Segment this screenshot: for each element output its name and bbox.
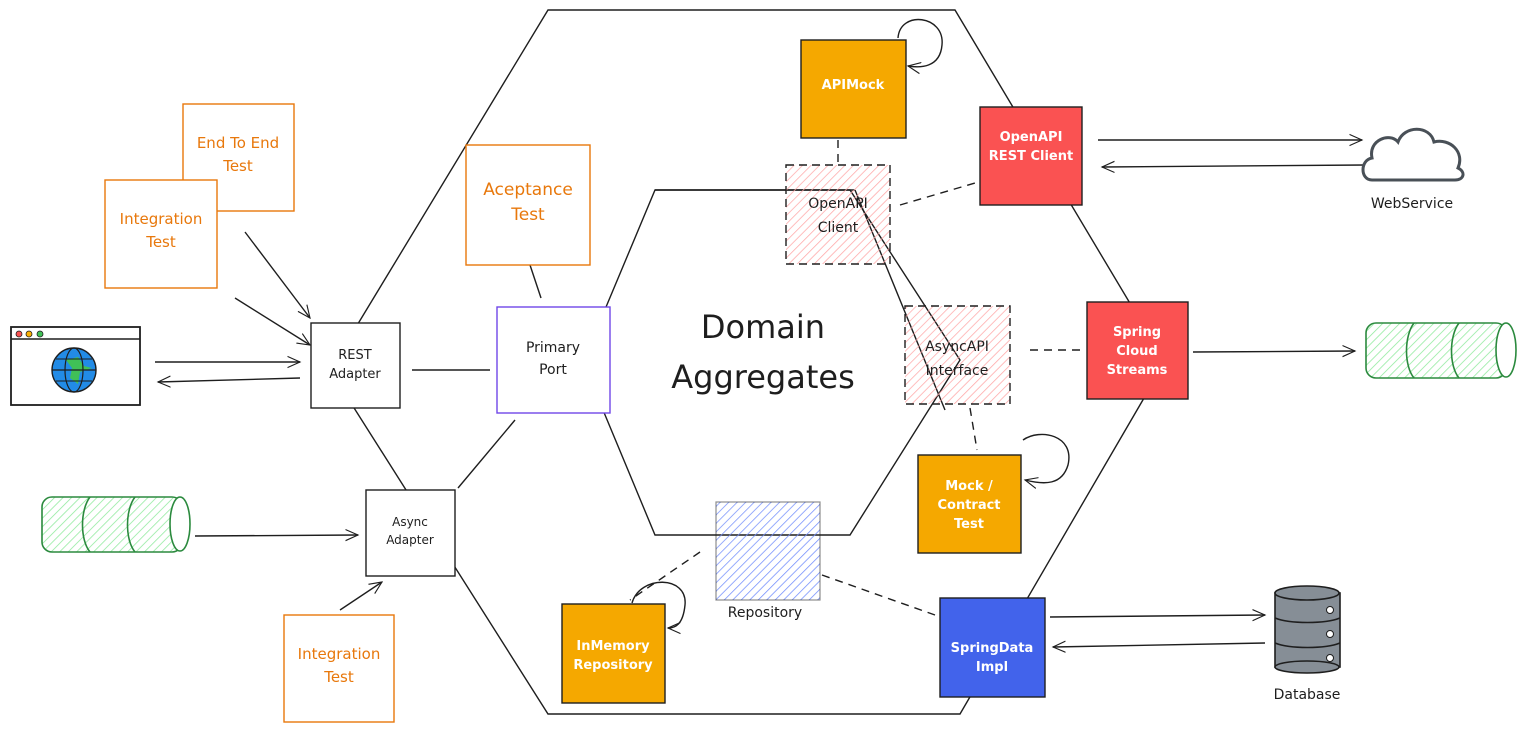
label: Primary <box>526 340 580 356</box>
asyncapi-interface-box[interactable]: AsyncAPI Interface <box>904 305 1011 405</box>
label: End To End <box>197 134 279 152</box>
integration-test-box[interactable]: Integration Test <box>104 179 218 289</box>
label: REST Client <box>989 149 1073 164</box>
domain-aggregates-title: Aggregates <box>671 358 854 396</box>
label: Adapter <box>386 533 434 547</box>
label: Contract <box>937 498 1000 513</box>
label: Aceptance <box>483 180 573 200</box>
browser-globe-icon <box>10 326 141 406</box>
label: Database <box>1274 687 1341 703</box>
label: OpenAPI <box>808 196 868 212</box>
message-queue-icon-left <box>41 496 191 553</box>
label: Test <box>510 205 545 225</box>
database-node[interactable]: Database <box>1274 585 1341 703</box>
mock-contract-test-box[interactable]: Mock / Contract Test <box>917 454 1022 554</box>
acceptance-test-box[interactable]: Aceptance Test <box>465 144 591 266</box>
label: Test <box>145 233 176 251</box>
apimock-box[interactable]: APIMock <box>800 39 907 139</box>
label: Test <box>954 517 984 532</box>
label: APIMock <box>822 78 885 93</box>
repository-box[interactable]: Repository <box>715 501 821 621</box>
cloud-icon <box>1361 127 1465 182</box>
label: REST <box>338 348 371 363</box>
async-adapter-box[interactable]: Async Adapter <box>365 489 456 577</box>
primary-port-box[interactable]: Primary Port <box>496 306 611 414</box>
label: Repository <box>573 658 653 673</box>
label: OpenAPI <box>1000 130 1063 145</box>
architecture-diagram: Domain Aggregates End To End Test Integr… <box>10 9 1517 723</box>
label: Client <box>818 220 859 236</box>
label: Integration <box>298 645 381 663</box>
label: Repository <box>728 605 802 621</box>
label: Spring <box>1113 325 1161 340</box>
label: InMemory <box>576 639 650 654</box>
label: Port <box>539 362 567 378</box>
domain-aggregates-title: Domain <box>701 308 825 346</box>
inmemory-repository-box[interactable]: InMemory Repository <box>561 603 666 704</box>
webservice-node[interactable]: WebService <box>1361 127 1465 212</box>
openapi-client-box[interactable]: OpenAPI Client <box>785 164 891 265</box>
label: Impl <box>976 660 1008 675</box>
label: Mock / <box>945 479 993 494</box>
label: Cloud <box>1116 344 1158 359</box>
label: AsyncAPI <box>925 339 989 355</box>
openapi-rest-client-box[interactable]: OpenAPI REST Client <box>979 106 1083 206</box>
label: Test <box>222 157 253 175</box>
message-queue-icon-right <box>1365 322 1517 379</box>
label: Integration <box>120 210 203 228</box>
label: WebService <box>1371 196 1453 212</box>
database-icon <box>1274 585 1341 674</box>
label: Adapter <box>329 367 381 382</box>
rest-adapter-box[interactable]: REST Adapter <box>310 322 401 409</box>
label: Test <box>323 668 354 686</box>
springdata-impl-box[interactable]: SpringData Impl <box>939 597 1046 698</box>
label: SpringData <box>951 641 1034 656</box>
label: Async <box>392 515 428 529</box>
spring-cloud-streams-box[interactable]: Spring Cloud Streams <box>1086 301 1189 400</box>
label: Interface <box>926 363 989 379</box>
label: Streams <box>1107 363 1168 378</box>
integration-test-bottom-box[interactable]: Integration Test <box>283 614 395 723</box>
